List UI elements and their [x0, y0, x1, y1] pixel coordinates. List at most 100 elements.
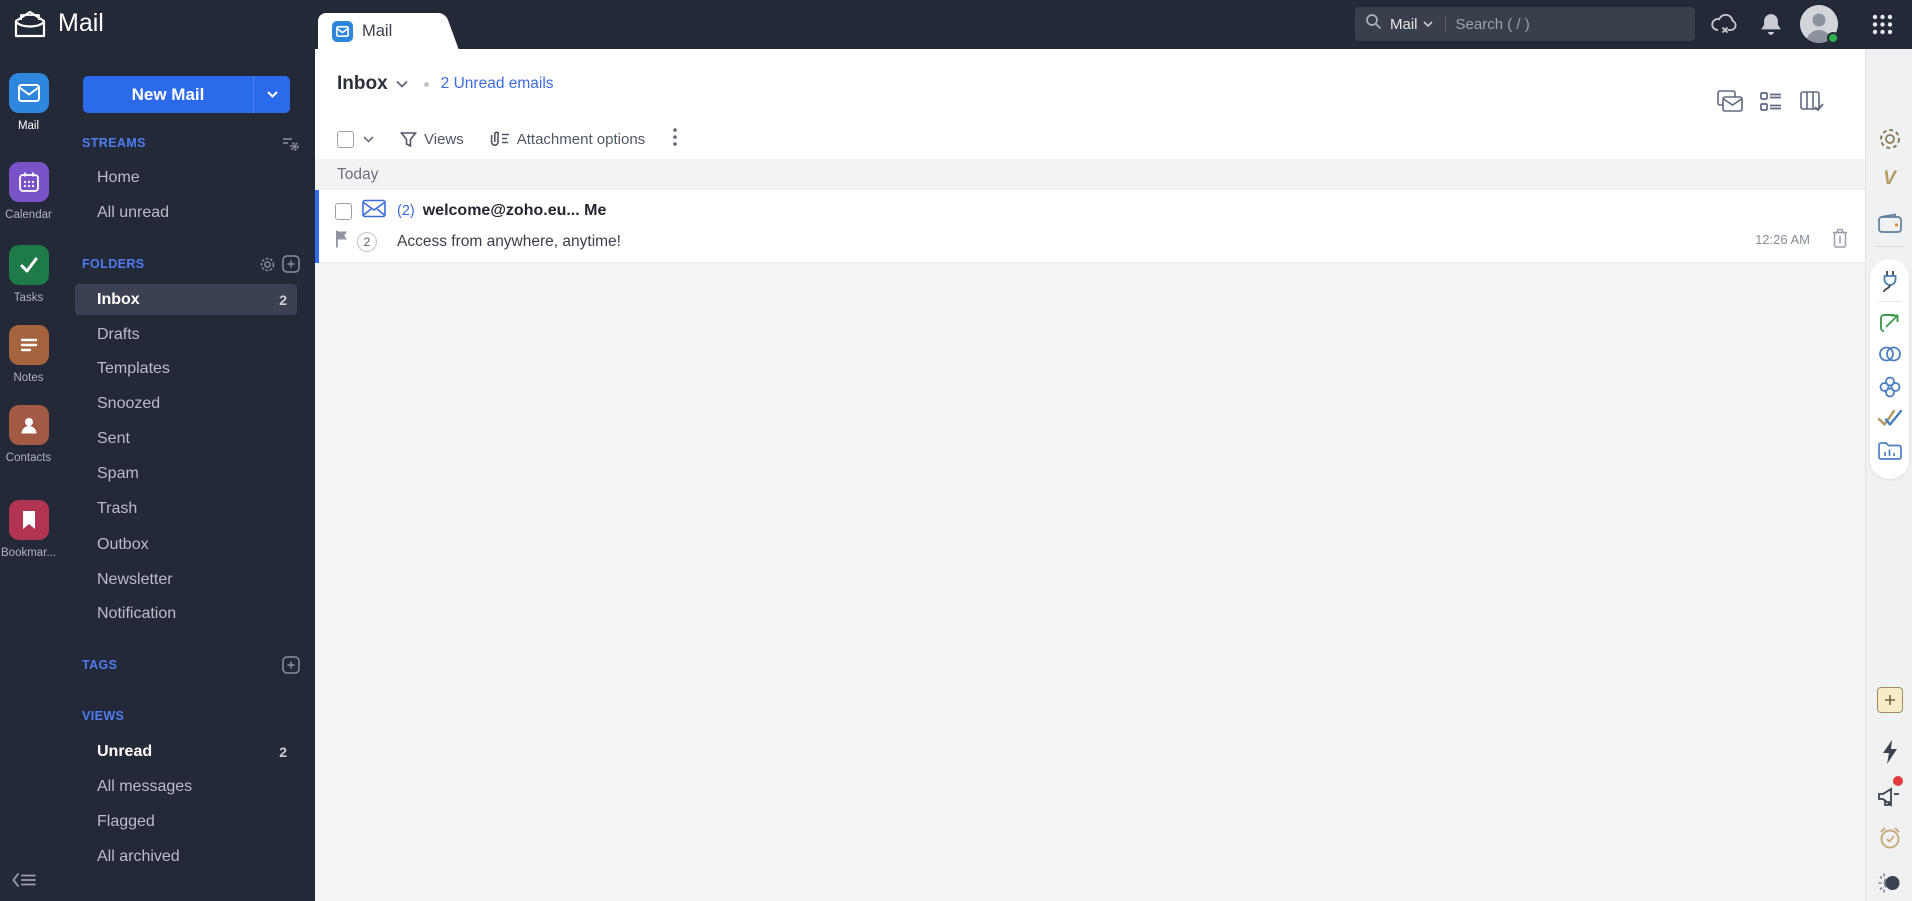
folder-dropdown-icon[interactable] [396, 75, 408, 93]
chart-folder-app-icon[interactable] [1866, 439, 1912, 461]
collapse-sidebar-icon[interactable] [12, 872, 38, 893]
select-dropdown-icon[interactable] [363, 130, 374, 148]
apps-grid-icon[interactable] [1872, 14, 1893, 40]
date-group-header: Today [315, 159, 1865, 190]
right-rail-divider [1875, 246, 1904, 247]
double-check-app-icon[interactable] [1866, 407, 1912, 429]
paperclip-list-icon [490, 130, 509, 146]
thread-count-badge: 2 [357, 231, 377, 252]
tab-mail[interactable]: Mail [318, 13, 436, 49]
app-title: Mail [58, 9, 104, 37]
sidebar-folder-outbox[interactable]: Outbox [75, 529, 297, 560]
sidebar-folder-snoozed[interactable]: Snoozed [75, 388, 297, 419]
email-checkbox[interactable] [335, 202, 352, 220]
sidebar-folder-templates[interactable]: Templates [75, 353, 297, 384]
email-list-row[interactable]: (2) welcome@zoho.eu... Me 2 Access from … [315, 190, 1865, 263]
knot-app-icon[interactable] [1866, 375, 1912, 399]
rail-item-notes[interactable]: Notes [0, 325, 57, 384]
sidebar-view-all-archived[interactable]: All archived [75, 841, 297, 872]
sidebar-view-unread[interactable]: Unread 2 [75, 736, 297, 767]
green-arrow-app-icon[interactable] [1866, 311, 1912, 335]
zoho-mail-logo-icon [12, 9, 48, 40]
search-input[interactable] [1455, 15, 1685, 33]
funnel-icon [400, 131, 417, 147]
add-folder-icon[interactable] [282, 255, 300, 278]
rail-item-mail[interactable]: Mail [0, 73, 57, 132]
new-mail-dropdown[interactable] [254, 76, 290, 113]
search-icon [1365, 13, 1382, 35]
zoho-v-badge-icon[interactable]: V [1866, 168, 1912, 190]
rail-item-label: Mail [17, 120, 40, 132]
calendar-app-icon [8, 162, 49, 202]
empty-list-area [315, 263, 1865, 901]
new-mail-label[interactable]: New Mail [83, 76, 254, 113]
views-section-header: VIEWS [82, 709, 125, 723]
settings-gear-icon[interactable] [1866, 126, 1912, 152]
views-filter-button[interactable]: Views [400, 131, 464, 148]
current-folder-title: Inbox [337, 73, 388, 94]
sidebar-folder-inbox[interactable]: Inbox 2 [75, 284, 297, 315]
linked-circles-app-icon[interactable] [1866, 343, 1912, 365]
select-all-checkbox[interactable] [337, 130, 354, 148]
user-avatar[interactable] [1800, 5, 1839, 44]
dot-separator [423, 81, 429, 87]
sidebar-folder-trash[interactable]: Trash [75, 493, 297, 524]
reminders-clock-icon[interactable] [1866, 825, 1912, 851]
sidebar-stream-home[interactable]: Home [75, 162, 297, 193]
email-sender: welcome@zoho.eu... Me [422, 202, 607, 219]
cloud-sync-icon[interactable] [1710, 11, 1740, 42]
plug-integration-icon[interactable] [1866, 269, 1912, 295]
contacts-app-icon [8, 405, 49, 445]
rail-item-bookmarks[interactable]: Bookmar... [0, 500, 57, 559]
mail-tab-label: Mail [362, 21, 393, 40]
sidebar-view-all-messages[interactable]: All messages [75, 771, 297, 802]
streams-filter-icon[interactable] [282, 136, 300, 157]
search-bar[interactable]: Mail [1355, 7, 1695, 41]
notifications-bell-icon[interactable] [1760, 13, 1782, 41]
mark-read-envelope-icon[interactable] [1717, 90, 1743, 119]
streams-section-header: STREAMS [82, 136, 146, 150]
email-time: 12:26 AM [1755, 232, 1810, 247]
add-tag-icon[interactable] [282, 656, 300, 679]
rail-item-label: Notes [13, 372, 44, 384]
mail-list-pane: Inbox 2 Unread emails Views Attachment o… [315, 49, 1865, 901]
mail-app-icon [8, 73, 49, 113]
sidebar-stream-all-unread[interactable]: All unread [75, 197, 297, 228]
search-scope-dropdown[interactable]: Mail [1390, 16, 1433, 33]
unread-view-count: 2 [279, 743, 287, 760]
list-view-icon[interactable] [1759, 90, 1783, 119]
column-view-icon[interactable] [1799, 90, 1825, 119]
alert-dot [1893, 776, 1903, 786]
more-options-kebab-icon[interactable] [673, 127, 677, 151]
folders-settings-gear-icon[interactable] [259, 256, 276, 278]
shortcuts-lightning-icon[interactable] [1866, 739, 1912, 765]
new-mail-button[interactable]: New Mail [83, 76, 290, 113]
notes-app-icon [8, 325, 49, 365]
add-sticky-note-icon[interactable] [1866, 687, 1912, 713]
unread-indicator-bar [315, 190, 319, 263]
rail-item-tasks[interactable]: Tasks [0, 245, 57, 304]
top-header: Mail Mail Mail [0, 0, 1912, 49]
mail-sidebar: New Mail STREAMS Home All unread FOLDERS… [57, 49, 315, 901]
sidebar-folder-newsletter[interactable]: Newsletter [75, 564, 297, 595]
email-subject: Access from anywhere, anytime! [397, 232, 621, 250]
sidebar-folder-notification[interactable]: Notification [75, 598, 297, 629]
wallet-icon[interactable] [1866, 213, 1912, 235]
delete-email-icon[interactable] [1831, 228, 1849, 254]
rail-item-calendar[interactable]: Calendar [0, 162, 57, 221]
announcements-megaphone-icon[interactable] [1866, 776, 1912, 809]
online-status-dot [1827, 32, 1839, 44]
sidebar-folder-spam[interactable]: Spam [75, 458, 297, 489]
sidebar-view-flagged[interactable]: Flagged [75, 806, 297, 837]
tasks-app-icon [8, 245, 49, 285]
unread-envelope-icon[interactable] [362, 199, 386, 223]
unread-emails-link[interactable]: 2 Unread emails [441, 75, 554, 93]
folders-section-header: FOLDERS [82, 257, 145, 271]
attachment-options-button[interactable]: Attachment options [490, 130, 645, 149]
rail-item-contacts[interactable]: Contacts [0, 405, 57, 464]
search-scope-label: Mail [1390, 15, 1418, 33]
sidebar-folder-sent[interactable]: Sent [75, 423, 297, 454]
flag-icon[interactable] [334, 230, 348, 253]
sidebar-folder-drafts[interactable]: Drafts [75, 319, 297, 350]
night-mode-toggle-icon[interactable] [1866, 871, 1912, 895]
